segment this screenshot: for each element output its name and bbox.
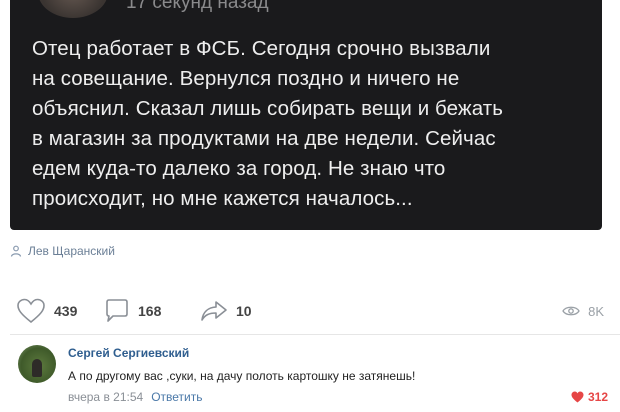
comment-author-avatar[interactable] bbox=[18, 345, 56, 383]
comment-meta: вчера в 21:54 Ответить bbox=[68, 390, 202, 404]
comment-count: 168 bbox=[138, 303, 162, 319]
share-count: 10 bbox=[236, 303, 252, 319]
comment-author-name[interactable]: Сергей Сергиевский bbox=[68, 346, 189, 360]
person-icon bbox=[10, 245, 22, 257]
heart-icon bbox=[17, 298, 45, 324]
post-timestamp[interactable]: 17 секунд назад bbox=[126, 0, 269, 14]
comment-icon bbox=[106, 299, 128, 322]
comment-text: А по другому вас ,суки, на дачу полоть к… bbox=[68, 369, 416, 383]
views-counter: 8K bbox=[562, 296, 604, 326]
post-text: Отец работает в ФСБ. Сегодня срочно вызв… bbox=[32, 34, 594, 214]
reply-button[interactable]: Ответить bbox=[151, 390, 202, 404]
comment-like-button[interactable]: 312 bbox=[571, 390, 608, 404]
post-text-line: в магазин за продуктами на две недели. С… bbox=[32, 127, 496, 150]
share-button[interactable]: 10 bbox=[200, 296, 252, 326]
post-text-line: происходит, но мне кажется началось... bbox=[32, 187, 413, 210]
post-text-line: едем куда-то далеко за город. Не знаю чт… bbox=[32, 157, 446, 180]
comment-like-count: 312 bbox=[587, 390, 608, 404]
post-actions-bar: 439 168 10 8K bbox=[0, 296, 620, 326]
like-count: 439 bbox=[54, 303, 78, 319]
views-count: 8K bbox=[588, 303, 604, 319]
comment-timestamp[interactable]: вчера в 21:54 bbox=[68, 390, 143, 404]
heart-filled-icon bbox=[571, 391, 584, 403]
comment-item: Сергей Сергиевский А по другому вас ,сук… bbox=[0, 340, 620, 412]
eye-icon bbox=[562, 306, 580, 316]
post-text-line: объяснил. Сказал лишь собирать вещи и бе… bbox=[32, 97, 504, 120]
share-icon bbox=[201, 301, 227, 321]
comment-button[interactable]: 168 bbox=[104, 296, 161, 326]
post-text-line: на совещание. Вернулся поздно и ничего н… bbox=[32, 67, 460, 90]
post-card: 17 секунд назад Отец работает в ФСБ. Сег… bbox=[10, 0, 602, 230]
post-signature-name[interactable]: Лев Щаранский bbox=[28, 244, 115, 258]
divider bbox=[10, 334, 620, 335]
like-button[interactable]: 439 bbox=[16, 296, 77, 326]
post-signature[interactable]: Лев Щаранский bbox=[10, 242, 115, 260]
post-author-avatar[interactable] bbox=[38, 0, 108, 18]
post-text-line: Отец работает в ФСБ. Сегодня срочно вызв… bbox=[32, 37, 491, 60]
